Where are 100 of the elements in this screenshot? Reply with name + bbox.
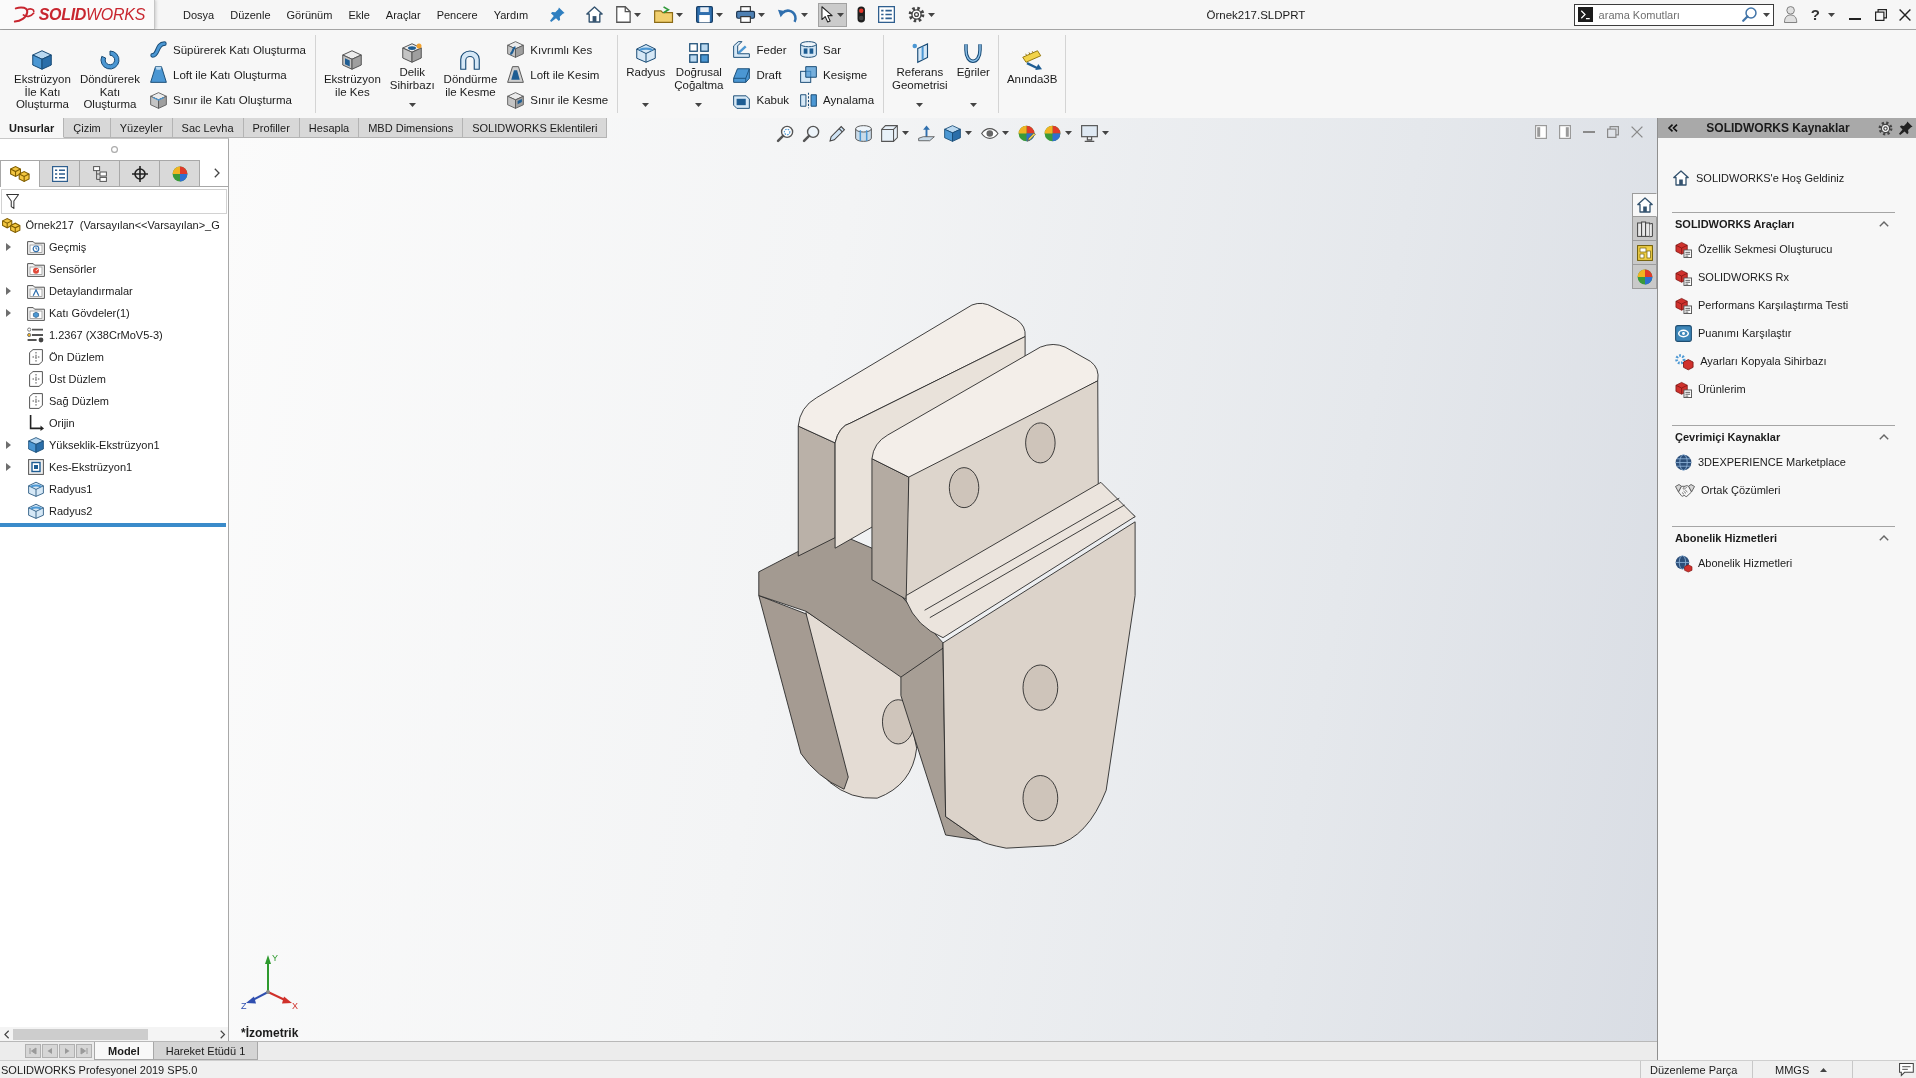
- command-tab[interactable]: MBD Dimensions: [359, 118, 464, 138]
- resource-link[interactable]: Abonelik Hizmetleri: [1672, 549, 1895, 577]
- ribbon-button[interactable]: Referans Geometrisi: [889, 35, 951, 113]
- chat-icon[interactable]: [1899, 1063, 1914, 1076]
- ribbon-button[interactable]: Döndürme ile Kesme: [440, 35, 501, 113]
- caret-icon[interactable]: [964, 131, 972, 135]
- cube-icon[interactable]: [943, 124, 961, 142]
- tree-item[interactable]: Orijin: [0, 412, 228, 434]
- expand-arrow-icon[interactable]: [6, 243, 11, 251]
- tree-item[interactable]: Üst Düzlem: [0, 368, 228, 390]
- caret-icon[interactable]: [1828, 12, 1835, 17]
- double-chevron-icon[interactable]: [1668, 124, 1678, 132]
- command-tab[interactable]: Sac Levha: [172, 118, 244, 138]
- ribbon-button[interactable]: Sınır ile Katı Oluşturma: [146, 87, 310, 113]
- chevron-right-icon[interactable]: [219, 1029, 225, 1039]
- ribbon-button[interactable]: Draft: [729, 62, 794, 88]
- resource-link[interactable]: Puanımı Karşılaştır: [1672, 319, 1895, 347]
- caret-icon[interactable]: [758, 12, 766, 17]
- chevron-up-icon[interactable]: [1879, 535, 1889, 541]
- command-tab[interactable]: Çizim: [64, 118, 111, 138]
- command-tab[interactable]: Unsurlar: [0, 118, 65, 138]
- sheet-tab[interactable]: Hareket Etüdü 1: [153, 1042, 259, 1060]
- menu-item[interactable]: Düzenle: [222, 0, 279, 29]
- restore-icon[interactable]: [1875, 8, 1887, 21]
- chevron-up-icon[interactable]: [1879, 434, 1889, 440]
- ribbon-button[interactable]: Feder: [729, 37, 794, 63]
- help-button[interactable]: ?: [1810, 6, 1820, 23]
- eye-icon[interactable]: [980, 127, 999, 139]
- resource-link[interactable]: Performans Karşılaştırma Testi: [1672, 291, 1895, 319]
- caret-icon[interactable]: [800, 12, 808, 17]
- grip-icon[interactable]: [110, 146, 118, 153]
- minimize-icon[interactable]: [1849, 17, 1861, 20]
- resource-link[interactable]: Ayarları Kopyala Sihirbazı: [1672, 347, 1895, 375]
- caret-icon[interactable]: [1102, 131, 1110, 135]
- menu-item[interactable]: Görünüm: [278, 0, 341, 29]
- ribbon-button[interactable]: Delik Sihirbazı: [386, 35, 438, 113]
- expand-arrow-icon[interactable]: [6, 441, 11, 449]
- resource-link[interactable]: 3DEXPERIENCE Marketplace: [1672, 448, 1895, 476]
- ribbon-button[interactable]: Anında3B: [1003, 35, 1061, 113]
- ribbon-button[interactable]: Sar: [796, 37, 879, 63]
- caret-icon[interactable]: [928, 12, 936, 17]
- home-tab[interactable]: [1632, 193, 1657, 217]
- arrow-up-icon[interactable]: [917, 124, 935, 142]
- command-tab[interactable]: Profiller: [243, 118, 300, 138]
- search-field[interactable]: arama Komutları: [1573, 3, 1774, 26]
- property-tab[interactable]: [40, 160, 80, 186]
- caret-icon[interactable]: [916, 103, 924, 107]
- pin-icon[interactable]: [1899, 121, 1913, 135]
- caret-icon[interactable]: [676, 12, 684, 17]
- close-icon[interactable]: [1899, 8, 1911, 21]
- resource-link[interactable]: Ortak Çözümleri: [1672, 476, 1895, 504]
- ribbon-button[interactable]: Kıvrımlı Kes: [503, 37, 613, 63]
- command-tab[interactable]: Hesapla: [299, 118, 360, 138]
- tree-item[interactable]: Kes-Ekstrüzyon1: [0, 456, 228, 478]
- tree-item[interactable]: Sağ Düzlem: [0, 390, 228, 412]
- tree-item[interactable]: Radyus1: [0, 478, 228, 500]
- sheet-tab[interactable]: Model: [94, 1042, 154, 1060]
- panel-left-icon[interactable]: [1535, 125, 1547, 139]
- resource-link[interactable]: Özellik Sekmesi Oluşturucu: [1672, 235, 1895, 263]
- tree-item[interactable]: Örnek217 (Varsayılan<<Varsayılan>_G: [0, 214, 228, 236]
- palette-tab[interactable]: [1632, 241, 1657, 265]
- ribbon-button[interactable]: Ekstrüzyon ile Kes: [320, 35, 384, 113]
- configuration-tab[interactable]: [80, 160, 120, 186]
- tree-item[interactable]: Detaylandırmalar: [0, 280, 228, 302]
- wire-cube-icon[interactable]: [880, 124, 898, 142]
- ribbon-button[interactable]: Süpürerek Katı Oluşturma: [146, 37, 310, 63]
- menu-item[interactable]: Ekle: [340, 0, 378, 29]
- resource-link[interactable]: Ürünlerim: [1672, 375, 1895, 403]
- tree-item[interactable]: Katı Gövdeler(1): [0, 302, 228, 324]
- units-selector[interactable]: MMGS: [1775, 1063, 1828, 1076]
- resource-link[interactable]: SOLIDWORKS Rx: [1672, 263, 1895, 291]
- ribbon-button[interactable]: Ekstrüzyon İle Katı Oluşturma: [11, 35, 74, 113]
- chevron-right-icon[interactable]: [214, 168, 220, 178]
- menu-item[interactable]: Yardım: [485, 0, 537, 29]
- welcome-link[interactable]: SOLIDWORKS'e Hoş Geldiniz: [1672, 168, 1895, 188]
- sphere-icon[interactable]: [1044, 124, 1062, 142]
- chevron-up-icon[interactable]: [1879, 221, 1889, 227]
- menu-item[interactable]: Pencere: [428, 0, 486, 29]
- magnifier-icon[interactable]: [776, 124, 794, 142]
- tree-item[interactable]: Yükseklik-Ekstrüzyon1: [0, 434, 228, 456]
- search-icon[interactable]: [1741, 7, 1757, 22]
- caret-icon[interactable]: [716, 12, 724, 17]
- tree-item[interactable]: Sensörler: [0, 258, 228, 280]
- ribbon-button[interactable]: Kabuk: [729, 87, 794, 113]
- ribbon-button[interactable]: Doğrusal Çoğaltma: [671, 35, 727, 113]
- caret-icon[interactable]: [695, 103, 703, 107]
- caret-icon[interactable]: [1002, 131, 1010, 135]
- tree-item[interactable]: Radyus2: [0, 500, 228, 522]
- caret-icon[interactable]: [634, 12, 642, 17]
- caret-icon[interactable]: [901, 131, 909, 135]
- library-tab[interactable]: [1632, 217, 1657, 241]
- expand-arrow-icon[interactable]: [6, 309, 11, 317]
- caret-icon[interactable]: [642, 103, 650, 107]
- ribbon-button[interactable]: Kesişme: [796, 62, 879, 88]
- ribbon-button[interactable]: Sınır ile Kesme: [503, 87, 613, 113]
- menu-item[interactable]: Dosya: [175, 0, 223, 29]
- caret-icon[interactable]: [408, 103, 416, 107]
- menu-item[interactable]: Araçlar: [377, 0, 429, 29]
- ribbon-button[interactable]: Aynalama: [796, 87, 879, 113]
- pencil-icon[interactable]: [828, 124, 846, 142]
